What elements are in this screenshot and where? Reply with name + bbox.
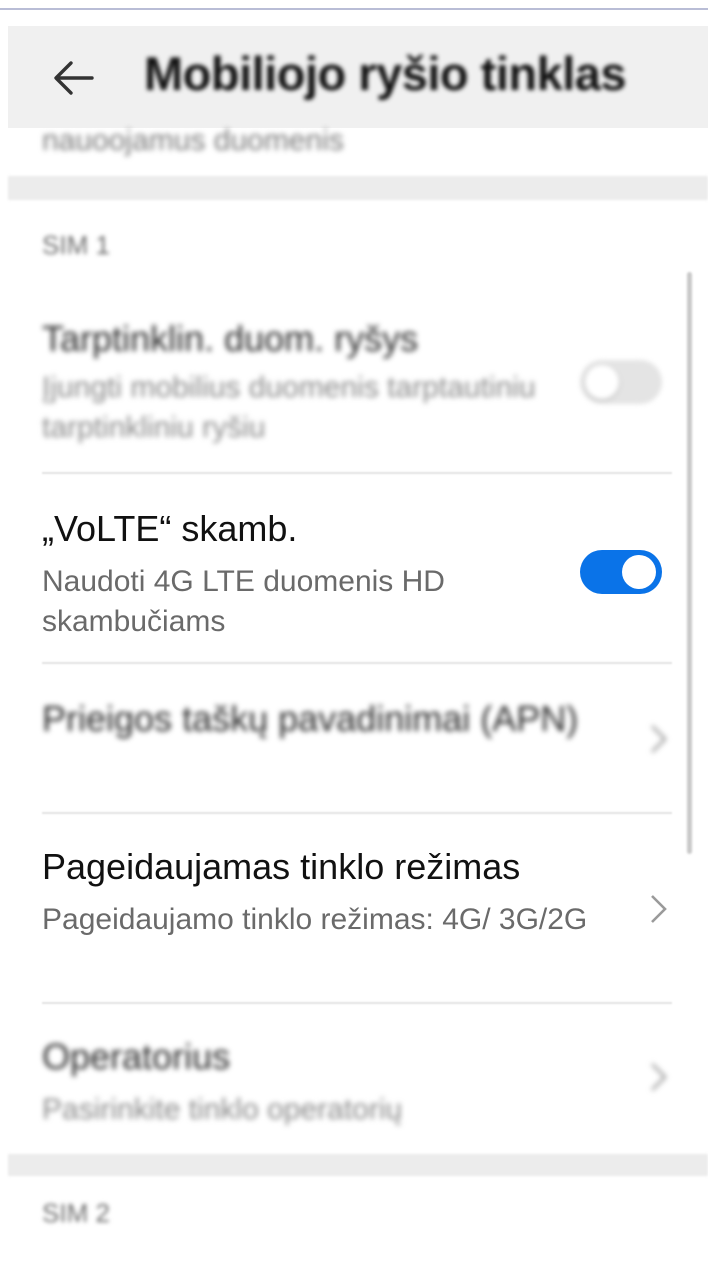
section-header-sim2: SIM 2 bbox=[42, 1198, 110, 1228]
network-mode-subtitle: Pageidaujamo tinklo režimas: 4G/ 3G/2G bbox=[42, 903, 588, 936]
toggle-knob bbox=[622, 555, 656, 589]
previous-item-subtitle: nauoojamus duomenis bbox=[42, 124, 344, 157]
volte-subtitle: Naudoti 4G LTE duomenis HD skambučiams bbox=[42, 565, 445, 638]
section-header-sim1: SIM 1 bbox=[42, 230, 110, 260]
page-title: Mobiliojo ryšio tinklas bbox=[144, 47, 627, 100]
chevron-right-icon bbox=[648, 892, 670, 926]
scrollbar[interactable] bbox=[687, 272, 692, 854]
list-item-operator[interactable]: Operatorius Pasirinkite tinklo operatori… bbox=[0, 1004, 708, 1152]
volte-title: „VoLTE“ skamb. bbox=[42, 508, 298, 549]
arrow-left-icon[interactable] bbox=[52, 60, 94, 96]
apn-title: Prieigos taškų pavadinimai (APN) bbox=[42, 698, 579, 739]
roaming-title: Tarptinklin. duom. ryšys bbox=[42, 318, 419, 359]
section-separator bbox=[8, 1154, 708, 1176]
app-bar: Mobiliojo ryšio tinklas bbox=[8, 26, 708, 128]
chevron-right-icon bbox=[648, 1060, 670, 1094]
list-item-apn[interactable]: Prieigos taškų pavadinimai (APN) bbox=[0, 664, 708, 812]
volte-toggle[interactable] bbox=[580, 550, 662, 594]
list-item-network-mode[interactable]: Pageidaujamas tinklo režimas Pageidaujam… bbox=[0, 814, 708, 1002]
chevron-right-icon bbox=[648, 722, 670, 756]
roaming-subtitle: Įjungti mobilius duomenis tarptautiniu t… bbox=[42, 371, 536, 444]
roaming-toggle[interactable] bbox=[580, 360, 662, 404]
toggle-knob bbox=[585, 365, 619, 399]
section-separator bbox=[8, 176, 708, 200]
network-mode-title: Pageidaujamas tinklo režimas bbox=[42, 846, 521, 887]
operator-title: Operatorius bbox=[42, 1036, 231, 1077]
top-edge-line bbox=[0, 8, 708, 10]
operator-subtitle: Pasirinkite tinklo operatorių bbox=[42, 1093, 403, 1126]
